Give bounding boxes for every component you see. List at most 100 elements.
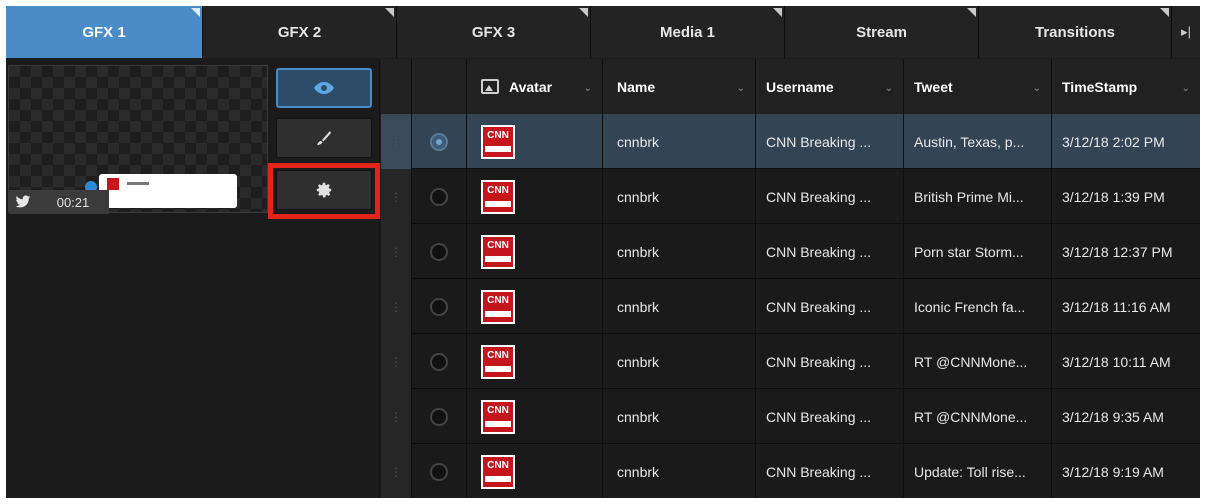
table-row[interactable]: ⋮ CNN cnnbrk CNN Breaking ... British Prime …: [381, 169, 1200, 224]
column-header-avatar[interactable]: Avatar ⌄: [467, 59, 603, 114]
column-header-tweet[interactable]: Tweet ⌄: [904, 59, 1052, 114]
tab-stream[interactable]: Stream: [785, 6, 979, 58]
table-row[interactable]: ⋮ CNN cnnbrk CNN Breaking ... Update: Toll r…: [381, 444, 1200, 498]
avatar-logo-text: CNN: [487, 129, 509, 141]
radio-button[interactable]: [430, 132, 448, 151]
row-radio[interactable]: [412, 169, 467, 224]
name-cell: cnnbrk: [603, 224, 756, 279]
username-cell: CNN Breaking ...: [756, 169, 904, 224]
radio-button[interactable]: [430, 407, 448, 426]
username-cell: CNN Breaking ...: [756, 334, 904, 389]
tweet-cell: RT @CNNMone...: [904, 334, 1052, 389]
column-header-label: Avatar: [509, 78, 553, 95]
skip-forward-icon: ▸|: [1181, 24, 1191, 39]
timestamp-cell: 3/12/18 11:16 AM: [1062, 298, 1171, 315]
avatar-logo-text: CNN: [487, 349, 509, 361]
chevron-down-icon: ⌄: [583, 83, 592, 94]
column-header-label: Name: [617, 78, 656, 95]
lower-third-logo: [107, 178, 119, 190]
radio-button[interactable]: [430, 242, 448, 261]
tab-label: GFX 3: [471, 23, 516, 41]
avatar-logo-text: CNN: [487, 239, 509, 251]
preview-eye-button[interactable]: [276, 68, 372, 108]
tweet-cell: Austin, Texas, p...: [904, 114, 1052, 169]
radio-button[interactable]: [430, 462, 448, 481]
row-radio[interactable]: [412, 334, 467, 389]
logo-strip: [485, 420, 511, 427]
name-cell: cnnbrk: [603, 114, 756, 169]
drag-handle-icon[interactable]: ⋮: [381, 279, 412, 334]
settings-highlight-box: [268, 163, 380, 219]
row-radio[interactable]: [412, 444, 467, 498]
input-preview[interactable]: 00:21: [8, 65, 268, 214]
table-row[interactable]: ⋮ CNN cnnbrk CNN Breaking ... RT @CNNMone...…: [381, 334, 1200, 389]
table-row[interactable]: ⋮ CNN cnnbrk CNN Breaking ... Austin, Texas,…: [381, 114, 1200, 169]
column-header-name[interactable]: Name ⌄: [603, 59, 756, 114]
tab-label: Stream: [856, 23, 907, 41]
tab-label: Media 1: [659, 23, 716, 41]
drag-handle-icon[interactable]: ⋮: [381, 389, 412, 444]
edit-title-button[interactable]: [276, 118, 372, 158]
timestamp-cell: 3/12/18 9:35 AM: [1062, 408, 1164, 425]
name-cell: cnnbrk: [603, 334, 756, 389]
tab-label: Transitions: [1034, 23, 1116, 41]
username-cell: CNN Breaking ...: [756, 279, 904, 334]
drag-handle-icon[interactable]: ⋮: [381, 114, 412, 169]
header-handle-cell: [381, 59, 412, 114]
radio-button[interactable]: [430, 352, 448, 371]
avatar-cell: CNN: [467, 224, 603, 279]
avatar-cell: CNN: [467, 334, 603, 389]
username-cell: CNN Breaking ...: [756, 389, 904, 444]
header-radio-cell: [412, 59, 467, 114]
timestamp-cell: 3/12/18 1:39 PM: [1062, 188, 1165, 205]
column-header-timestamp[interactable]: TimeStamp ⌄: [1052, 59, 1200, 114]
cnn-logo-icon: CNN: [481, 289, 515, 324]
tab-transitions[interactable]: Transitions: [979, 6, 1172, 58]
tweet-cell: Update: Toll rise...: [904, 444, 1052, 498]
table-row[interactable]: ⋮ CNN cnnbrk CNN Breaking ... RT @CNNMone...…: [381, 389, 1200, 444]
row-radio[interactable]: [412, 114, 467, 169]
tab-corner-icon: [1160, 8, 1169, 17]
name-cell: cnnbrk: [603, 389, 756, 444]
cnn-logo-icon: CNN: [481, 399, 515, 434]
drag-handle-icon[interactable]: ⋮: [381, 334, 412, 389]
tab-label: GFX 2: [277, 23, 322, 41]
tab-corner-icon: [773, 8, 782, 17]
tab-bar: GFX 1 GFX 2 GFX 3 Media 1 Stream Transit…: [6, 6, 1200, 58]
cnn-logo-icon: CNN: [481, 124, 515, 159]
timestamp-cell: 3/12/18 9:19 AM: [1062, 463, 1164, 480]
logo-strip: [485, 200, 511, 207]
drag-handle-icon[interactable]: ⋮: [381, 444, 412, 498]
avatar-logo-text: CNN: [487, 294, 509, 306]
chevron-down-icon: ⌄: [736, 83, 745, 94]
radio-button[interactable]: [430, 187, 448, 206]
name-cell: cnnbrk: [603, 444, 756, 498]
logo-strip: [485, 255, 511, 262]
tab-gfx-2[interactable]: GFX 2: [203, 6, 397, 58]
column-header-username[interactable]: Username ⌄: [756, 59, 904, 114]
table-row[interactable]: ⋮ CNN cnnbrk CNN Breaking ... Iconic French …: [381, 279, 1200, 334]
tweet-cell: British Prime Mi...: [904, 169, 1052, 224]
username-cell: CNN Breaking ...: [756, 114, 904, 169]
drag-handle-icon[interactable]: ⋮: [381, 224, 412, 279]
timestamp-cell: 3/12/18 2:02 PM: [1062, 133, 1165, 150]
tab-corner-icon: [579, 8, 588, 17]
tab-overflow-button[interactable]: ▸|: [1172, 6, 1200, 58]
table-row[interactable]: ⋮ CNN cnnbrk CNN Breaking ... Porn star Stor…: [381, 224, 1200, 279]
logo-strip: [485, 475, 511, 482]
column-header-label: TimeStamp: [1062, 78, 1138, 95]
column-header-label: Tweet: [914, 78, 953, 95]
logo-strip: [485, 365, 511, 372]
row-radio[interactable]: [412, 389, 467, 444]
chevron-down-icon: ⌄: [1032, 83, 1041, 94]
row-radio[interactable]: [412, 224, 467, 279]
row-radio[interactable]: [412, 279, 467, 334]
drag-handle-icon[interactable]: ⋮: [381, 169, 412, 224]
tab-media-1[interactable]: Media 1: [591, 6, 785, 58]
avatar-logo-text: CNN: [487, 184, 509, 196]
radio-button[interactable]: [430, 297, 448, 316]
cnn-logo-icon: CNN: [481, 179, 515, 214]
tab-gfx-3[interactable]: GFX 3: [397, 6, 591, 58]
tab-gfx-1[interactable]: GFX 1: [6, 6, 203, 58]
image-icon: [481, 79, 499, 94]
